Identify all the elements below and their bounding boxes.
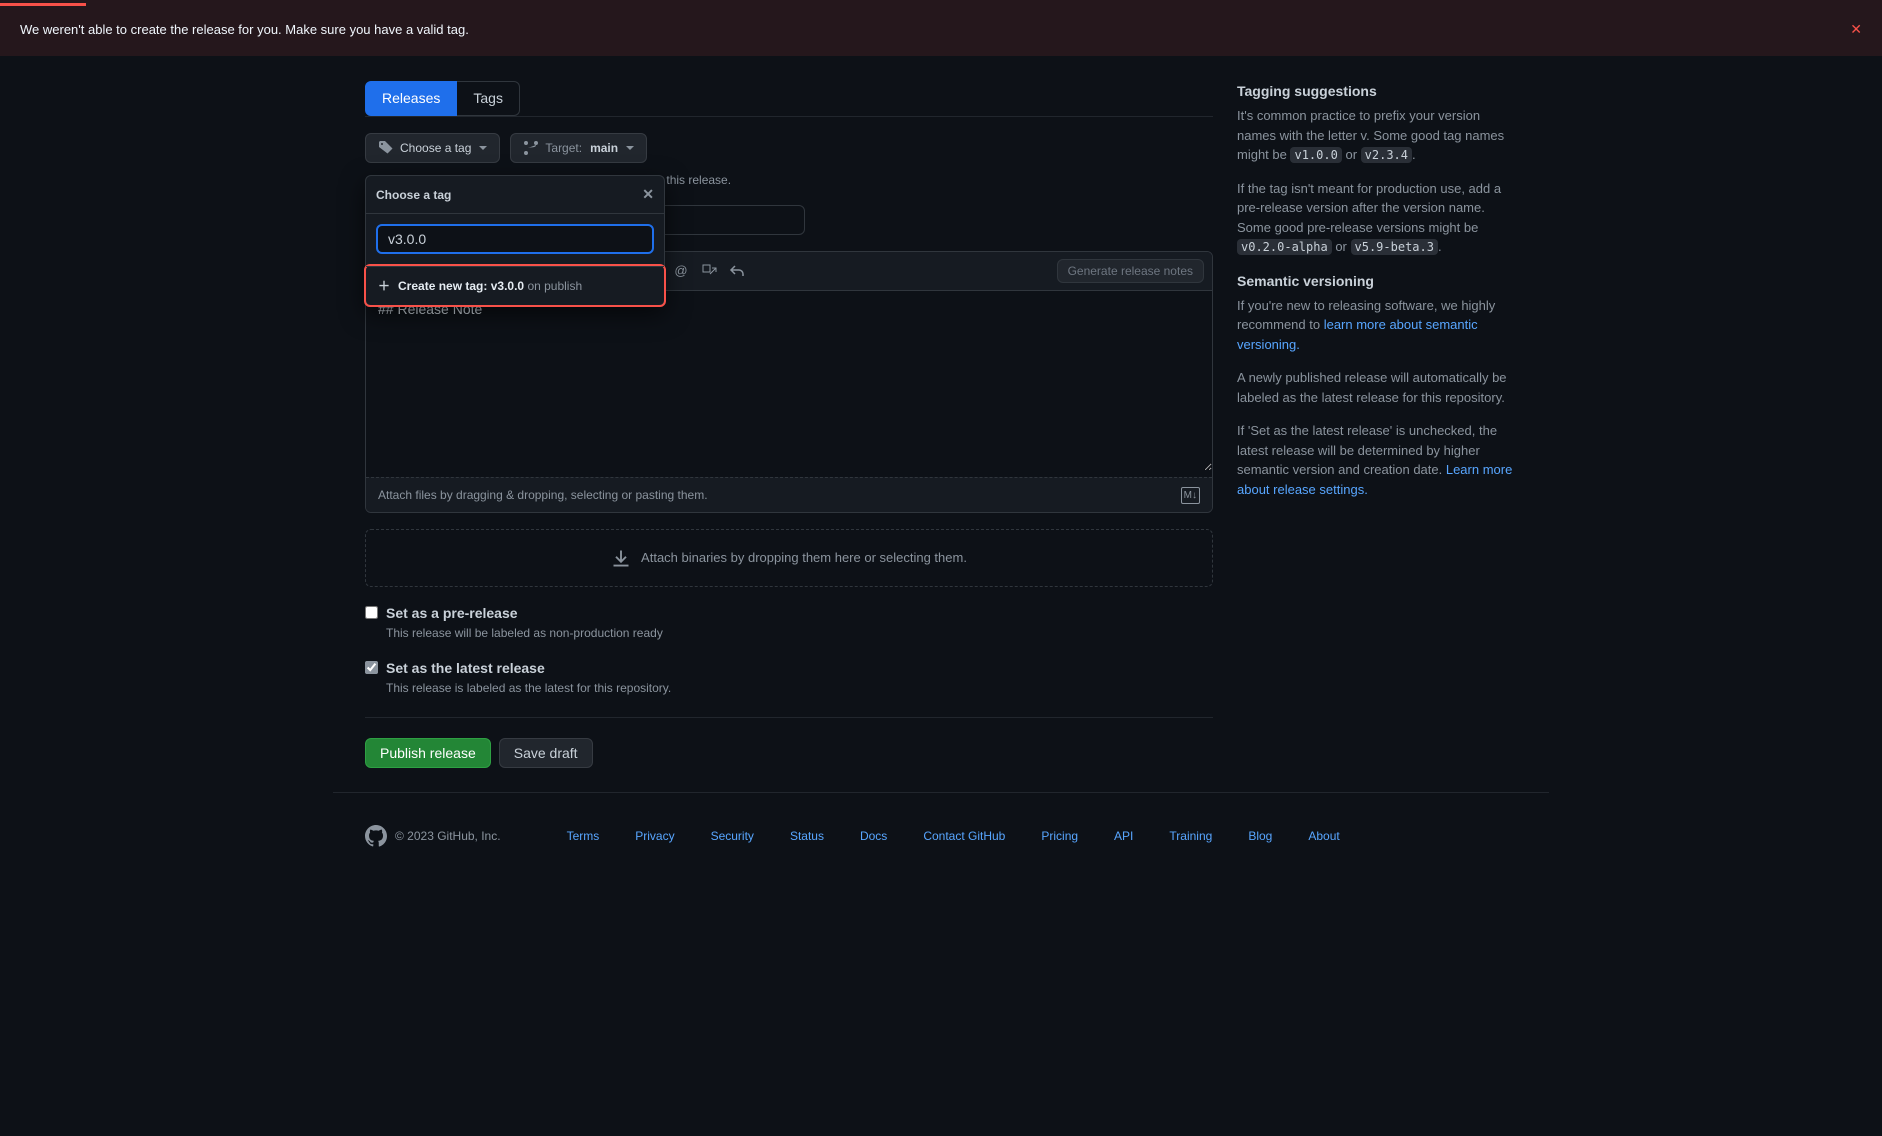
sidebar: Tagging suggestions It's common practice… (1237, 81, 1517, 768)
footer-link[interactable]: About (1308, 827, 1339, 845)
reference-button[interactable] (696, 258, 722, 284)
attach-hint-text[interactable]: Attach files by dragging & dropping, sel… (378, 486, 708, 504)
tag-search-input[interactable] (376, 224, 654, 254)
mention-button[interactable]: @ (668, 258, 694, 284)
reply-button[interactable] (724, 258, 750, 284)
footer-link[interactable]: Status (790, 827, 824, 845)
footer: © 2023 GitHub, Inc. Terms Privacy Securi… (333, 792, 1549, 879)
prerelease-checkbox[interactable] (365, 606, 378, 619)
download-icon (611, 548, 631, 568)
generate-notes-button[interactable]: Generate release notes (1057, 259, 1204, 283)
target-button[interactable]: Target: main (510, 133, 647, 163)
caret-down-icon (626, 146, 634, 150)
footer-links: Terms Privacy Security Status Docs Conta… (567, 827, 1340, 845)
footer-link[interactable]: Docs (860, 827, 887, 845)
semver-title: Semantic versioning (1237, 271, 1517, 292)
caret-down-icon (479, 146, 487, 150)
footer-link[interactable]: Pricing (1041, 827, 1078, 845)
binaries-dropzone[interactable]: Attach binaries by dropping them here or… (365, 529, 1213, 587)
tab-tags[interactable]: Tags (457, 81, 520, 116)
footer-link[interactable]: Training (1169, 827, 1212, 845)
close-icon[interactable]: ✕ (1850, 19, 1862, 40)
footer-link[interactable]: Contact GitHub (923, 827, 1005, 845)
tag-popover: Choose a tag ✕ ＋ Create new tag: v3.0.0 … (365, 175, 665, 306)
footer-link[interactable]: Terms (567, 827, 600, 845)
tab-nav: Releases Tags (365, 81, 1213, 117)
latest-row: Set as the latest release This release i… (365, 658, 1213, 697)
tag-hint-text: publish this release. (625, 171, 1213, 189)
github-icon (365, 825, 387, 847)
footer-link[interactable]: Blog (1248, 827, 1272, 845)
tagging-title: Tagging suggestions (1237, 81, 1517, 102)
git-branch-icon (523, 140, 539, 156)
prerelease-desc: This release will be labeled as non-prod… (386, 624, 663, 642)
tab-releases[interactable]: Releases (365, 81, 457, 116)
prerelease-row: Set as a pre-release This release will b… (365, 603, 1213, 642)
release-body-textarea[interactable] (366, 291, 1212, 471)
save-draft-button[interactable]: Save draft (499, 738, 593, 768)
footer-link[interactable]: API (1114, 827, 1133, 845)
error-banner: We weren't able to create the release fo… (0, 0, 1882, 57)
latest-checkbox[interactable] (365, 661, 378, 674)
close-icon[interactable]: ✕ (642, 184, 654, 205)
footer-link[interactable]: Security (711, 827, 754, 845)
latest-desc: This release is labeled as the latest fo… (386, 679, 671, 697)
popover-title: Choose a tag (376, 186, 451, 204)
footer-link[interactable]: Privacy (635, 827, 674, 845)
choose-tag-button[interactable]: Choose a tag (365, 133, 500, 163)
publish-button[interactable]: Publish release (365, 738, 491, 768)
tag-icon (378, 140, 394, 156)
error-message: We weren't able to create the release fo… (20, 20, 469, 40)
latest-label: Set as the latest release (386, 658, 671, 679)
footer-copyright: © 2023 GitHub, Inc. (365, 825, 501, 847)
create-new-tag-option[interactable]: ＋ Create new tag: v3.0.0 on publish (366, 266, 664, 305)
markdown-icon[interactable]: M↓ (1181, 487, 1200, 504)
plus-icon: ＋ (378, 277, 390, 295)
prerelease-label: Set as a pre-release (386, 603, 663, 624)
